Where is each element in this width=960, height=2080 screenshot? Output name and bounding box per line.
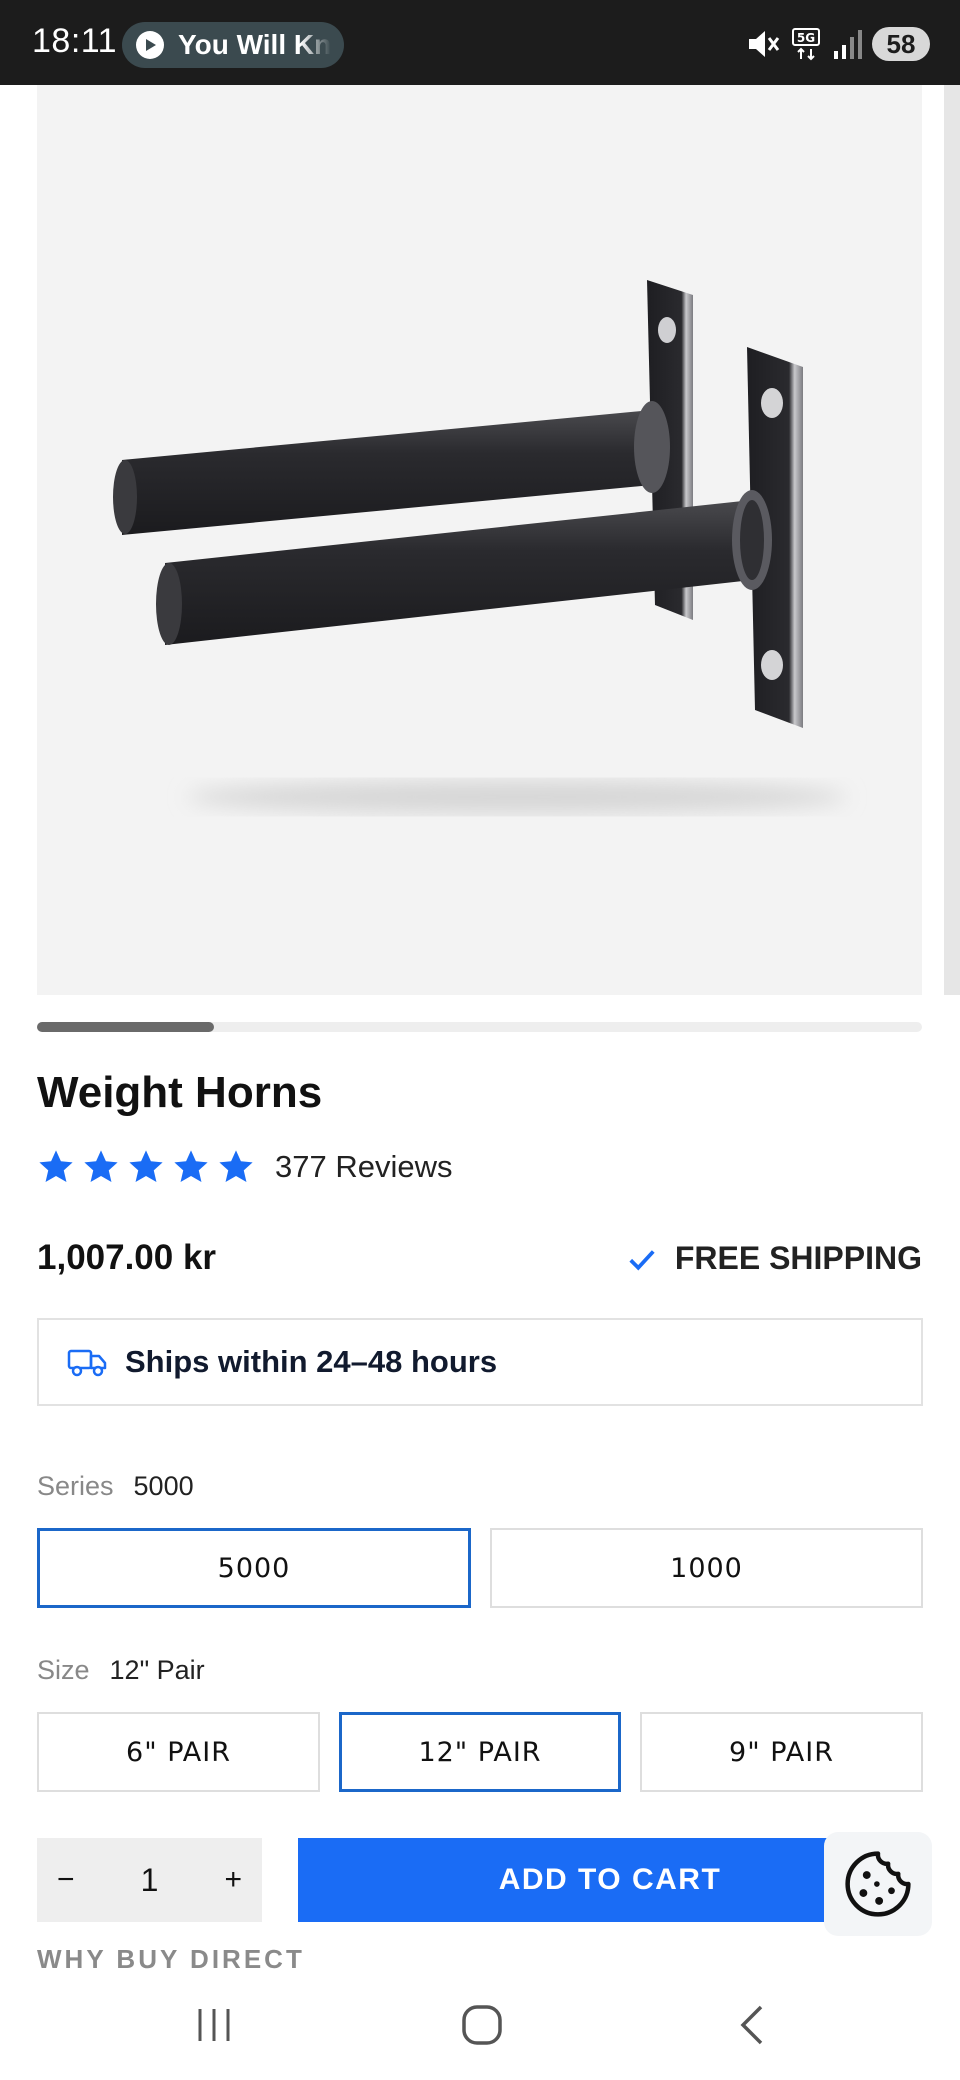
quantity-decrease-button[interactable]: − — [57, 1863, 75, 1897]
series-label-row: Series 5000 — [37, 1471, 194, 1502]
why-buy-direct-heading: WHY BUY DIRECT — [37, 1944, 305, 1974]
cookie-settings-button[interactable] — [824, 1832, 932, 1936]
series-option-5000[interactable]: 5000 — [37, 1528, 471, 1608]
ships-within-text: Ships within 24–48 hours — [125, 1344, 498, 1379]
size-label: Size — [37, 1655, 90, 1685]
size-selected-value: 12" Pair — [109, 1655, 205, 1685]
back-button[interactable] — [722, 2000, 782, 2050]
free-shipping-label: FREE SHIPPING — [674, 1240, 922, 1276]
series-label: Series — [37, 1471, 114, 1501]
system-navigation-bar — [0, 1972, 960, 2080]
truck-icon — [67, 1349, 107, 1377]
checkmark-icon — [629, 1249, 655, 1270]
quantity-stepper: − 1 + — [37, 1838, 262, 1922]
quantity-increase-button[interactable]: + — [224, 1863, 242, 1897]
star-icon — [219, 1150, 253, 1183]
media-title: You Will Kn — [178, 29, 332, 60]
series-option-1000[interactable]: 1000 — [490, 1528, 923, 1608]
status-icons: 5G 58 — [746, 20, 930, 68]
media-notification-pill[interactable]: You Will Kn — [122, 22, 344, 68]
star-icon — [174, 1150, 208, 1183]
recent-apps-button[interactable] — [184, 2000, 244, 2050]
series-selected-value: 5000 — [133, 1471, 194, 1501]
carousel-progress-fill — [37, 1022, 214, 1032]
home-icon — [462, 2005, 502, 2045]
battery-icon: 58 — [872, 27, 930, 61]
product-price: 1,007.00 kr — [37, 1238, 217, 1277]
star-icon — [39, 1150, 73, 1183]
mute-icon — [749, 31, 780, 57]
size-option-9-pair[interactable]: 9" PAIR — [640, 1712, 923, 1792]
reviews-count-link[interactable]: 377 Reviews — [275, 1149, 452, 1185]
5g-icon: 5G — [792, 28, 820, 61]
status-time: 18:11 — [32, 22, 118, 60]
star-icon — [84, 1150, 118, 1183]
size-option-12-pair[interactable]: 12" PAIR — [339, 1712, 621, 1792]
home-button[interactable] — [452, 2000, 512, 2050]
size-label-row: Size 12" Pair — [37, 1655, 205, 1686]
free-shipping-badge: FREE SHIPPING — [627, 1240, 922, 1277]
recent-apps-icon — [198, 2009, 230, 2041]
signal-icon — [834, 30, 862, 59]
image-carousel-progress[interactable] — [37, 1022, 922, 1032]
shipping-info-box: Ships within 24–48 hours — [37, 1318, 923, 1406]
back-icon — [740, 2005, 763, 2045]
product-title: Weight Horns — [37, 1068, 323, 1117]
product-image[interactable] — [37, 85, 922, 995]
page-scrollbar[interactable] — [944, 85, 960, 995]
status-bar: 18:11 You Will Kn 5G 58 — [0, 0, 960, 85]
svg-text:5G: 5G — [797, 31, 815, 45]
play-icon — [136, 31, 164, 59]
rating-stars — [37, 1148, 255, 1186]
rating-row[interactable]: 377 Reviews — [37, 1148, 452, 1186]
size-option-6-pair[interactable]: 6" PAIR — [37, 1712, 320, 1792]
weight-horns-illustration — [113, 280, 847, 813]
quantity-value[interactable]: 1 — [141, 1862, 159, 1899]
cookie-icon — [845, 1851, 911, 1917]
star-icon — [129, 1150, 163, 1183]
